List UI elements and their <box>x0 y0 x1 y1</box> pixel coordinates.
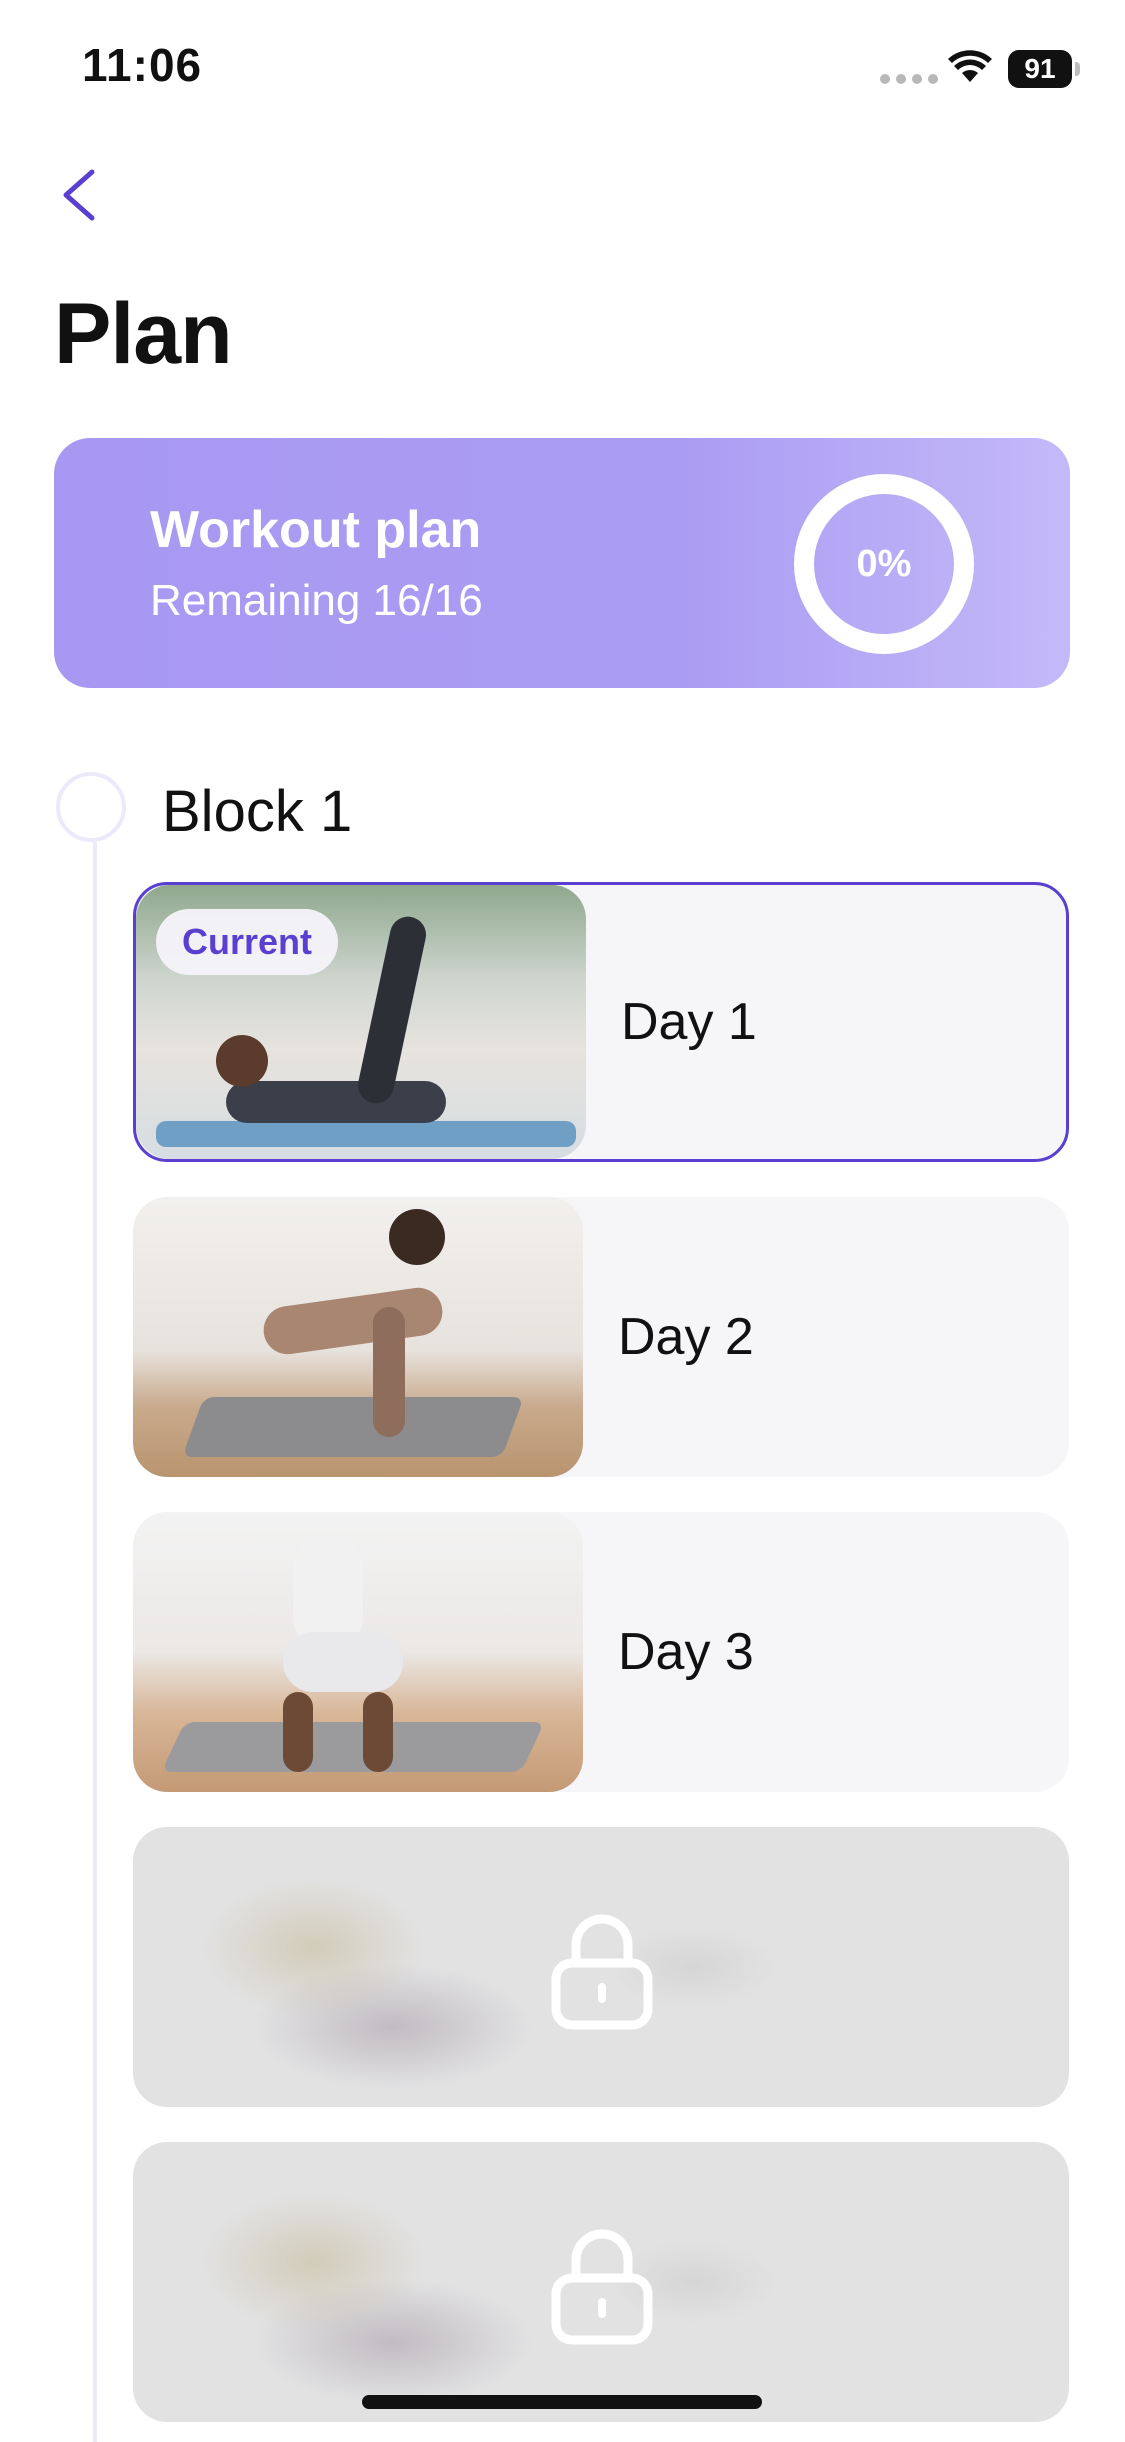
back-button[interactable] <box>48 160 118 230</box>
exercise-leg <box>354 913 430 1107</box>
exercise-arm <box>373 1307 405 1437</box>
day-label: Day 3 <box>618 1623 754 1681</box>
locked-day-card[interactable] <box>133 1827 1069 2107</box>
plan-card-remaining: Remaining 16/16 <box>150 576 483 625</box>
home-indicator <box>362 2395 762 2409</box>
day-label: Day 1 <box>621 993 757 1051</box>
exercise-leg <box>363 1692 393 1772</box>
exercise-shorts <box>283 1632 403 1692</box>
yoga-mat <box>182 1397 524 1457</box>
day-1-thumbnail: Current <box>136 885 586 1159</box>
day-label: Day 2 <box>618 1308 754 1366</box>
exercise-head <box>216 1035 268 1087</box>
block-status-circle <box>56 772 126 842</box>
plan-card-title: Workout plan <box>150 501 482 559</box>
cellular-signal-icon <box>880 74 938 84</box>
day-card-3[interactable]: Day 3 <box>133 1512 1069 1792</box>
exercise-leg <box>283 1692 313 1772</box>
day-card-1[interactable]: Current Day 1 <box>133 882 1069 1162</box>
exercise-figure <box>226 1081 446 1123</box>
yoga-mat <box>156 1121 576 1147</box>
lock-icon <box>551 2229 653 2345</box>
yoga-mat <box>161 1722 545 1772</box>
day-card-2[interactable]: Day 2 <box>133 1197 1069 1477</box>
lock-icon <box>551 1914 653 2030</box>
battery-level: 91 <box>1024 53 1056 84</box>
battery-icon: 91 <box>1008 50 1072 88</box>
progress-percent: 0% <box>856 542 912 585</box>
chevron-left-icon <box>63 169 95 221</box>
status-time: 11:06 <box>82 39 203 91</box>
wifi-icon <box>948 50 992 82</box>
exercise-head <box>389 1209 445 1265</box>
page-title: Plan <box>54 286 233 382</box>
current-badge: Current <box>156 909 339 975</box>
day-3-thumbnail <box>133 1512 583 1792</box>
locked-day-card[interactable] <box>133 2142 1069 2422</box>
exercise-figure <box>260 1284 446 1358</box>
battery-tip <box>1075 62 1080 76</box>
workout-plan-card: Workout plan Remaining 16/16 0% <box>54 438 1070 688</box>
day-2-thumbnail <box>133 1197 583 1477</box>
block-title: Block 1 <box>162 779 353 844</box>
timeline-line <box>93 842 97 2442</box>
